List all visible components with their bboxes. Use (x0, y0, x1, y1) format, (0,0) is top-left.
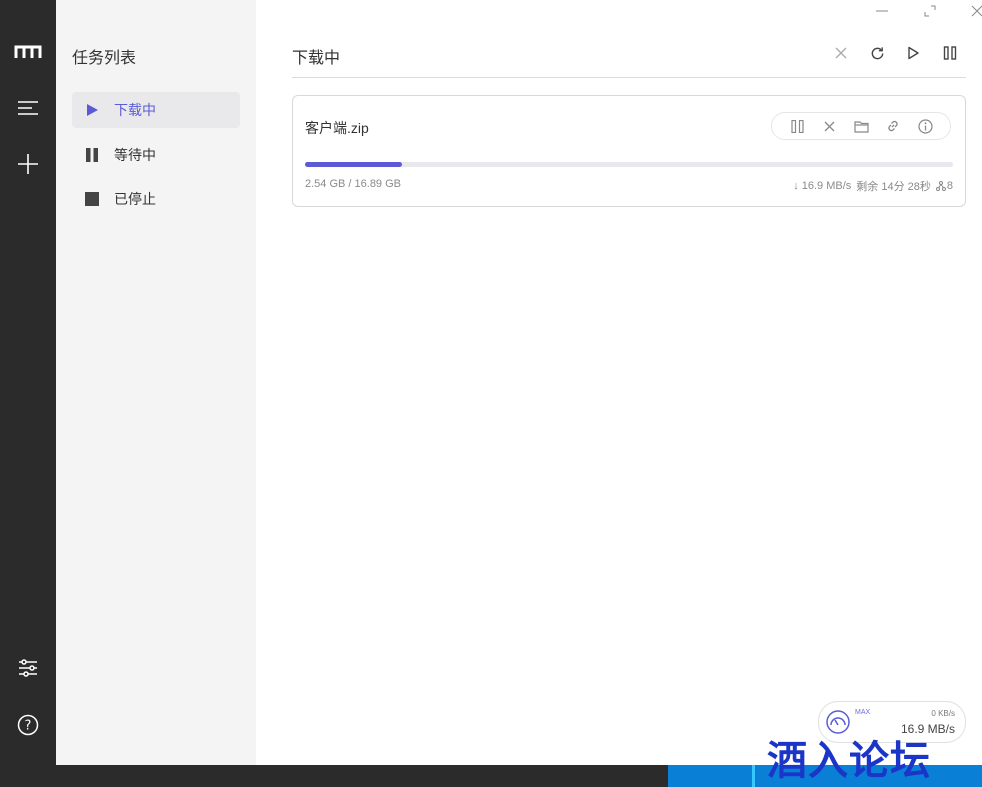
add-icon[interactable] (0, 144, 56, 184)
speedometer-max-label: MAX (855, 709, 871, 716)
progress-bar (305, 162, 953, 167)
download-speed: ↓ 16.9 MB/s (793, 180, 852, 192)
sidebar-title: 任务列表 (72, 50, 137, 67)
sidebar-item-stopped[interactable]: 已停止 (72, 181, 240, 217)
pause-icon[interactable] (786, 116, 808, 136)
pause-icon (84, 147, 100, 163)
task-stats: ↓ 16.9 MB/s 剩余 14分 28秒 8 (793, 178, 953, 194)
app-logo-icon[interactable] (0, 32, 56, 72)
connections-icon (935, 181, 946, 191)
folder-icon[interactable] (850, 116, 872, 136)
play-icon (84, 102, 100, 118)
sidebar-item-downloading[interactable]: 下载中 (72, 92, 240, 128)
upload-speed: 0 KB/s (931, 709, 955, 718)
preferences-icon[interactable] (0, 648, 56, 688)
close-window-icon[interactable] (967, 2, 982, 20)
resume-all-icon[interactable] (901, 42, 925, 64)
minimize-icon[interactable] (872, 2, 892, 20)
delete-icon[interactable] (818, 116, 840, 136)
maximize-icon[interactable] (920, 2, 940, 20)
menu-icon[interactable] (0, 88, 56, 128)
taskbar-dark (0, 765, 668, 787)
task-name: 客户端.zip (305, 120, 369, 136)
sidebar-item-waiting[interactable]: 等待中 (72, 137, 240, 173)
connections: 8 (935, 180, 953, 192)
svg-text:?: ? (25, 719, 32, 734)
sidebar-item-label: 已停止 (114, 191, 156, 207)
progress-text: 2.54 GB / 16.89 GB (305, 178, 402, 190)
header-divider (292, 77, 966, 78)
remaining-time: 剩余 14分 28秒 (856, 181, 931, 193)
app-rail: ? (0, 0, 56, 765)
connections-count: 8 (946, 180, 953, 192)
help-icon[interactable]: ? (0, 705, 56, 745)
link-icon[interactable] (882, 116, 904, 136)
refresh-icon[interactable] (865, 42, 889, 64)
pause-all-icon[interactable] (938, 42, 962, 64)
task-card[interactable]: 客户端.zip 2.54 GB / 16.89 GB ↓ 16.9 MB/s 剩… (292, 95, 966, 207)
sidebar-item-label: 下载中 (114, 102, 156, 118)
stop-icon (84, 191, 100, 207)
sidebar-item-label: 等待中 (114, 147, 156, 163)
close-icon[interactable] (829, 42, 853, 64)
task-sidebar: 任务列表 下载中 等待中 已停止 (56, 0, 256, 765)
info-icon[interactable] (914, 116, 936, 136)
watermark: 酒入论坛 (767, 738, 931, 784)
page-title: 下载中 (292, 50, 341, 67)
task-actions (771, 112, 951, 140)
progress-fill (305, 162, 402, 167)
